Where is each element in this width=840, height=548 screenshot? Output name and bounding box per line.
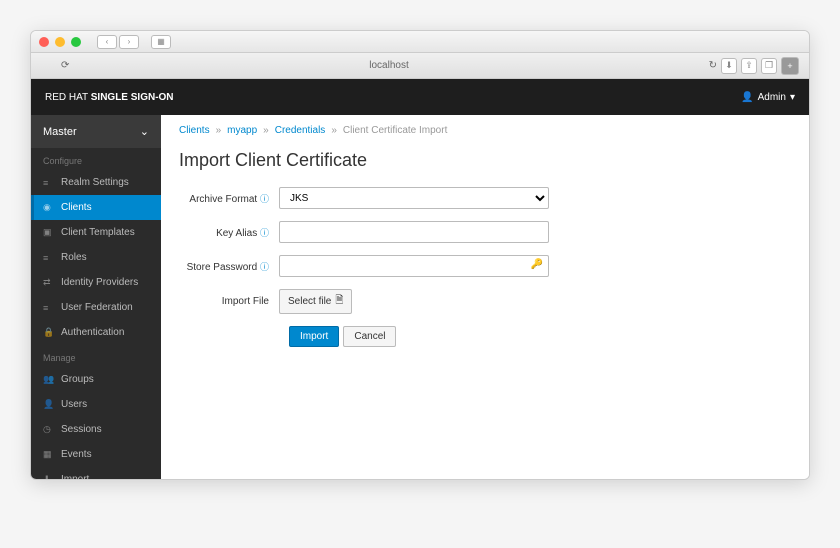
realm-selector[interactable]: Master ⌄ — [31, 115, 161, 148]
identity-icon: ⇄ — [43, 277, 53, 288]
sidebar-section-manage: Manage — [31, 345, 161, 367]
archive-format-label: Archive Format ⓘ — [179, 192, 279, 205]
sidebar-item-realm-settings[interactable]: ≡Realm Settings — [31, 170, 161, 195]
main-content: Clients» myapp» Credentials» Client Cert… — [161, 115, 809, 479]
federation-icon: ≡ — [43, 303, 53, 313]
file-icon: 🗎 — [335, 293, 343, 310]
sidebar-item-sessions[interactable]: ◷Sessions — [31, 417, 161, 442]
key-alias-input[interactable] — [279, 221, 549, 243]
breadcrumb-clients[interactable]: Clients — [179, 125, 210, 136]
download-icon[interactable]: ⬇ — [721, 58, 737, 74]
sidebar: Master ⌄ Configure ≡Realm Settings ◉Clie… — [31, 115, 161, 479]
sliders-icon: ≡ — [43, 178, 53, 188]
globe-icon: ◉ — [43, 202, 53, 213]
brand-logo: RED HAT SINGLE SIGN-ON — [45, 92, 174, 103]
sidebar-item-events[interactable]: ▦Events — [31, 442, 161, 467]
minimize-window-button[interactable] — [55, 37, 65, 47]
archive-format-select[interactable]: JKS — [279, 187, 549, 209]
breadcrumb-credentials[interactable]: Credentials — [275, 125, 326, 136]
import-button[interactable]: Import — [289, 326, 339, 347]
help-icon[interactable]: ⓘ — [260, 262, 269, 272]
refresh-icon[interactable]: ↻ — [709, 60, 717, 71]
tabs-icon[interactable]: ❐ — [761, 58, 777, 74]
reload-icon[interactable]: ⟳ — [61, 60, 69, 71]
store-password-input[interactable] — [279, 255, 549, 277]
import-file-label: Import File — [179, 296, 279, 307]
clock-icon: ◷ — [43, 424, 53, 435]
sidebar-item-import[interactable]: ⬇Import — [31, 467, 161, 479]
store-password-label: Store Password ⓘ — [179, 260, 279, 273]
cancel-button[interactable]: Cancel — [343, 326, 396, 347]
share-icon[interactable]: ⇪ — [741, 58, 757, 74]
tabs-button[interactable]: ▦ — [151, 35, 171, 49]
user-icon: 👤 — [43, 399, 53, 410]
window-titlebar: ‹ › ▦ — [31, 31, 809, 53]
select-file-button[interactable]: Select file 🗎 — [279, 289, 352, 314]
key-alias-label: Key Alias ⓘ — [179, 226, 279, 239]
maximize-window-button[interactable] — [71, 37, 81, 47]
sidebar-item-authentication[interactable]: 🔒Authentication — [31, 320, 161, 345]
groups-icon: 👥 — [43, 374, 53, 385]
template-icon: ▣ — [43, 227, 53, 238]
sidebar-section-configure: Configure — [31, 148, 161, 170]
sidebar-item-identity-providers[interactable]: ⇄Identity Providers — [31, 270, 161, 295]
breadcrumb-myapp[interactable]: myapp — [227, 125, 257, 136]
user-menu[interactable]: 👤 Admin ▾ — [741, 92, 795, 103]
chevron-down-icon: ⌄ — [140, 125, 149, 138]
breadcrumb: Clients» myapp» Credentials» Client Cert… — [179, 125, 791, 136]
sidebar-item-client-templates[interactable]: ▣Client Templates — [31, 220, 161, 245]
sidebar-item-clients[interactable]: ◉Clients — [31, 195, 161, 220]
forward-button[interactable]: › — [119, 35, 139, 49]
user-icon: 👤 — [741, 92, 753, 103]
app-header: RED HAT SINGLE SIGN-ON 👤 Admin ▾ — [31, 79, 809, 115]
password-key-icon[interactable]: 🔑 — [531, 259, 543, 270]
breadcrumb-current: Client Certificate Import — [343, 125, 447, 136]
help-icon[interactable]: ⓘ — [260, 194, 269, 204]
lock-icon: 🔒 — [43, 327, 53, 338]
url-display[interactable]: localhost — [69, 60, 708, 71]
sidebar-item-groups[interactable]: 👥Groups — [31, 367, 161, 392]
sidebar-item-roles[interactable]: ≡Roles — [31, 245, 161, 270]
new-tab-button[interactable]: + — [781, 57, 799, 75]
import-icon: ⬇ — [43, 474, 53, 479]
roles-icon: ≡ — [43, 253, 53, 263]
page-title: Import Client Certificate — [179, 150, 791, 171]
sidebar-item-users[interactable]: 👤Users — [31, 392, 161, 417]
chevron-down-icon: ▾ — [790, 92, 795, 103]
sidebar-item-user-federation[interactable]: ≡User Federation — [31, 295, 161, 320]
calendar-icon: ▦ — [43, 449, 53, 460]
close-window-button[interactable] — [39, 37, 49, 47]
help-icon[interactable]: ⓘ — [260, 228, 269, 238]
back-button[interactable]: ‹ — [97, 35, 117, 49]
address-bar: ⟳ localhost ↻ ⬇ ⇪ ❐ + — [31, 53, 809, 79]
